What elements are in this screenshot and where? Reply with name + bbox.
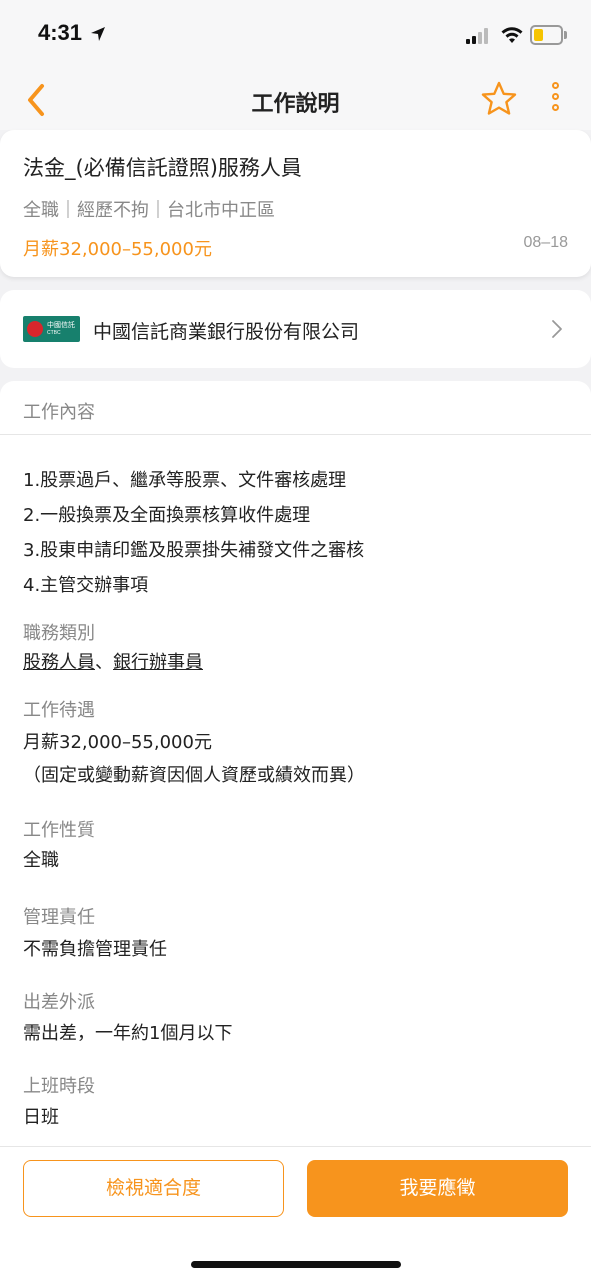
view-match-button[interactable]: 檢視適合度 bbox=[23, 1160, 284, 1217]
pay-note: （固定或變動薪資因個人資歷或績效而異） bbox=[23, 765, 365, 786]
job-type-value: 全職 bbox=[23, 850, 59, 871]
shift-label: 上班時段 bbox=[23, 1076, 95, 1097]
pay-label: 工作待遇 bbox=[23, 700, 95, 721]
job-salary: 月薪32,000–55,000元 bbox=[23, 239, 212, 260]
category-link[interactable]: 銀行辦事員 bbox=[113, 652, 203, 673]
company-name: 中國信託商業銀行股份有限公司 bbox=[93, 321, 360, 343]
star-icon[interactable] bbox=[480, 80, 518, 118]
job-description: 1.股票過戶、繼承等股票、文件審核處理 2.一般換票及全面換票核算收件處理 3.… bbox=[23, 463, 364, 603]
category-value: 股務人員、銀行辦事員 bbox=[23, 652, 203, 673]
job-details-card: 工作內容 1.股票過戶、繼承等股票、文件審核處理 2.一般換票及全面換票核算收件… bbox=[0, 381, 591, 1151]
management-value: 不需負擔管理責任 bbox=[23, 939, 167, 960]
management-label: 管理責任 bbox=[23, 907, 95, 928]
category-link[interactable]: 股務人員 bbox=[23, 652, 95, 673]
job-date: 08–18 bbox=[523, 234, 569, 251]
job-meta: 全職｜經歷不拘｜台北市中正區 bbox=[23, 200, 275, 221]
chevron-right-icon bbox=[552, 320, 562, 338]
category-label: 職務類別 bbox=[23, 623, 95, 644]
more-vertical-icon[interactable] bbox=[545, 82, 565, 118]
travel-value: 需出差，一年約1個月以下 bbox=[23, 1023, 233, 1044]
travel-label: 出差外派 bbox=[23, 992, 95, 1013]
description-line: 2.一般換票及全面換票核算收件處理 bbox=[23, 505, 311, 526]
company-logo: 中國信託 CTBC bbox=[23, 316, 80, 342]
description-line: 1.股票過戶、繼承等股票、文件審核處理 bbox=[23, 470, 347, 491]
battery-icon bbox=[530, 25, 563, 45]
pay-value: 月薪32,000–55,000元 bbox=[23, 732, 212, 753]
job-summary-card: 法金_(必備信託證照)服務人員 全職｜經歷不拘｜台北市中正區 月薪32,000–… bbox=[0, 130, 591, 277]
divider bbox=[0, 434, 591, 435]
company-row[interactable]: 中國信託 CTBC 中國信託商業銀行股份有限公司 bbox=[0, 290, 591, 368]
nav-bar: 工作說明 bbox=[0, 70, 591, 130]
apply-button[interactable]: 我要應徵 bbox=[307, 1160, 568, 1217]
section-title: 工作內容 bbox=[23, 402, 95, 423]
shift-value: 日班 bbox=[23, 1107, 59, 1128]
status-bar: 4:31 bbox=[0, 0, 591, 70]
description-line: 4.主管交辦事項 bbox=[23, 575, 149, 596]
home-indicator bbox=[191, 1261, 401, 1268]
bottom-action-bar: 檢視適合度 我要應徵 bbox=[0, 1146, 591, 1279]
description-line: 3.股東申請印鑑及股票掛失補發文件之審核 bbox=[23, 540, 365, 561]
cellular-signal-icon bbox=[466, 28, 492, 44]
status-time: 4:31 bbox=[38, 20, 83, 45]
wifi-icon bbox=[501, 27, 523, 43]
location-arrow-icon bbox=[91, 27, 105, 41]
job-type-label: 工作性質 bbox=[23, 820, 95, 841]
job-title: 法金_(必備信託證照)服務人員 bbox=[23, 156, 302, 180]
